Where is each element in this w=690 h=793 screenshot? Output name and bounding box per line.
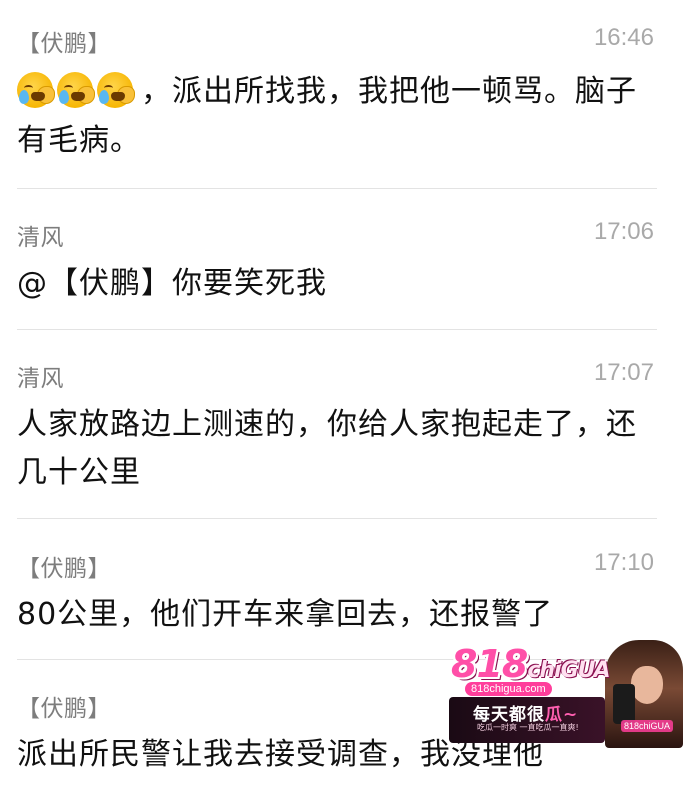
sender-name: 【伏鹏】	[17, 556, 111, 582]
message-text: 人家放路边上测速的，你给人家抱起走了，还几十公里	[17, 407, 637, 490]
message-divider	[17, 518, 657, 519]
sender-name: 清风	[17, 225, 64, 251]
watermark-logo: 818chiGUA	[451, 642, 611, 686]
message-time: 17:07	[593, 359, 654, 386]
watermark-url: 818chigua.com	[465, 682, 552, 696]
message-divider	[17, 188, 657, 189]
emoji-group	[17, 69, 137, 117]
message-divider	[17, 329, 657, 330]
message-text: @【伏鹏】你要笑死我	[17, 266, 327, 301]
message-time: 17:06	[593, 218, 654, 245]
sender-name: 【伏鹏】	[17, 31, 111, 57]
loudly-crying-face-icon	[97, 71, 135, 108]
sender-name: 清风	[17, 366, 64, 392]
message-time: 17:10	[593, 549, 654, 576]
watermark-subtitle: 吃瓜一时爽 一直吃瓜一直爽!	[477, 723, 579, 732]
loudly-crying-face-icon	[17, 71, 55, 108]
watermark-badge: 818chiGUA	[621, 720, 674, 732]
watermark-ad: 818chiGUA 818chigua.com 每天都很瓜~ 吃瓜一时爽 一直吃…	[447, 640, 683, 750]
message-text: 80公里，他们开车来拿回去，还报警了	[17, 597, 554, 632]
sender-name: 【伏鹏】	[17, 696, 111, 722]
message-time: 16:46	[593, 24, 654, 51]
message-text: ，派出所找我，我把他一顿骂。脑子有毛病。	[17, 68, 647, 165]
loudly-crying-face-icon	[57, 71, 95, 108]
